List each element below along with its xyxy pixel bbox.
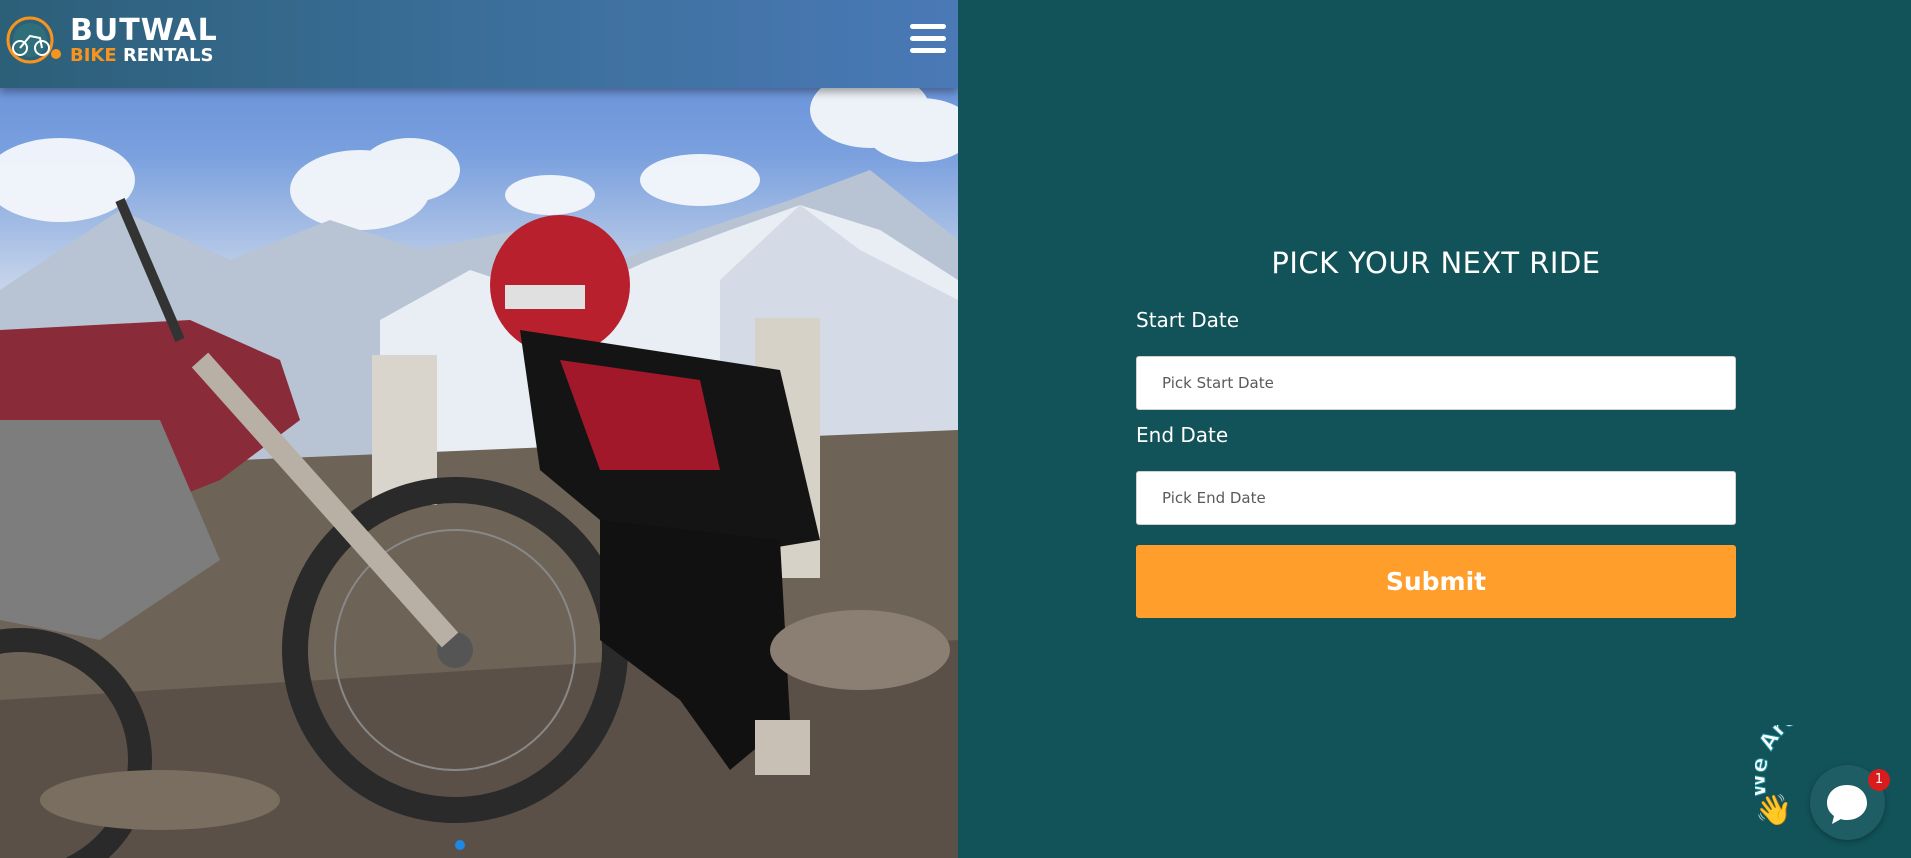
submit-button[interactable]: Submit — [1136, 545, 1736, 618]
logo-title: BUTWAL — [70, 12, 218, 48]
motorbike-logo-icon — [6, 14, 64, 66]
waving-hand-icon: 👋 — [1755, 793, 1793, 828]
logo-subtitle-accent: BIKE — [70, 44, 117, 66]
chat-widget[interactable]: We Are Here! 👋 1 — [1755, 725, 1911, 858]
site-header: BUTWAL BIKE RENTALS — [0, 0, 958, 88]
form-title: PICK YOUR NEXT RIDE — [1271, 246, 1601, 280]
end-date-label: End Date — [1136, 423, 1229, 447]
hero-image: BUTWAL BIKE RENTALS — [0, 0, 958, 858]
start-date-label: Start Date — [1136, 308, 1240, 332]
logo-subtitle-rest: RENTALS — [116, 44, 214, 66]
unread-count-badge: 1 — [1868, 769, 1890, 791]
slider-dot-active[interactable] — [455, 840, 465, 850]
site-logo[interactable]: BUTWAL BIKE RENTALS — [6, 14, 218, 66]
logo-subtitle: BIKE RENTALS — [70, 44, 218, 66]
hamburger-menu-icon[interactable] — [910, 24, 946, 56]
start-date-input[interactable] — [1136, 356, 1736, 410]
end-date-input[interactable] — [1136, 471, 1736, 525]
motorbike-scene-illustration — [0, 72, 958, 858]
